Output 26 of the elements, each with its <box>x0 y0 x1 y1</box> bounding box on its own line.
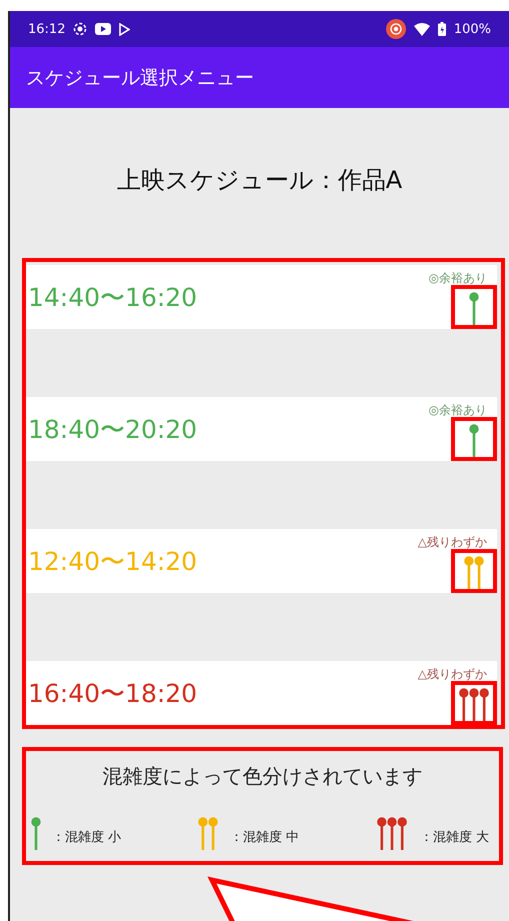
wifi-icon <box>414 22 430 36</box>
status-time: 16:12 <box>28 22 66 36</box>
session-card[interactable]: 12:40〜14:20 △残りわずか <box>26 529 497 593</box>
session-time: 12:40〜14:20 <box>28 546 198 578</box>
legend-label: ：混雑度 中 <box>230 829 300 847</box>
session-card[interactable]: 18:40〜20:20 ◎余裕あり <box>26 397 497 461</box>
session-card[interactable]: 14:40〜16:20 ◎余裕あり <box>26 265 497 329</box>
availability-label: ◎余裕あり <box>428 270 487 287</box>
session-card[interactable]: 16:40〜18:20 △残りわずか <box>26 661 497 725</box>
availability-label: ◎余裕あり <box>428 402 487 419</box>
availability-label: △残りわずか <box>418 666 487 683</box>
session-time: 14:40〜16:20 <box>28 282 198 314</box>
legend-label: ：混雑度 大 <box>420 829 489 847</box>
session-time: 18:40〜20:20 <box>28 414 198 446</box>
availability-label: △残りわずか <box>418 534 487 551</box>
video-icon <box>95 23 112 35</box>
legend-title: 混雑度によって色分けされています <box>102 763 424 790</box>
schedule-heading: 上映スケジュール：作品A <box>116 165 404 196</box>
session-time: 16:40〜18:20 <box>28 678 198 710</box>
play-icon <box>119 22 130 36</box>
record-icon <box>386 19 406 39</box>
record-icon <box>73 22 88 36</box>
legend-label: ：混雑度 小 <box>52 829 122 847</box>
battery-icon <box>438 22 446 36</box>
app-bar-title: スケジュール選択メニュー <box>26 66 254 90</box>
battery-level: 100% <box>454 22 491 36</box>
